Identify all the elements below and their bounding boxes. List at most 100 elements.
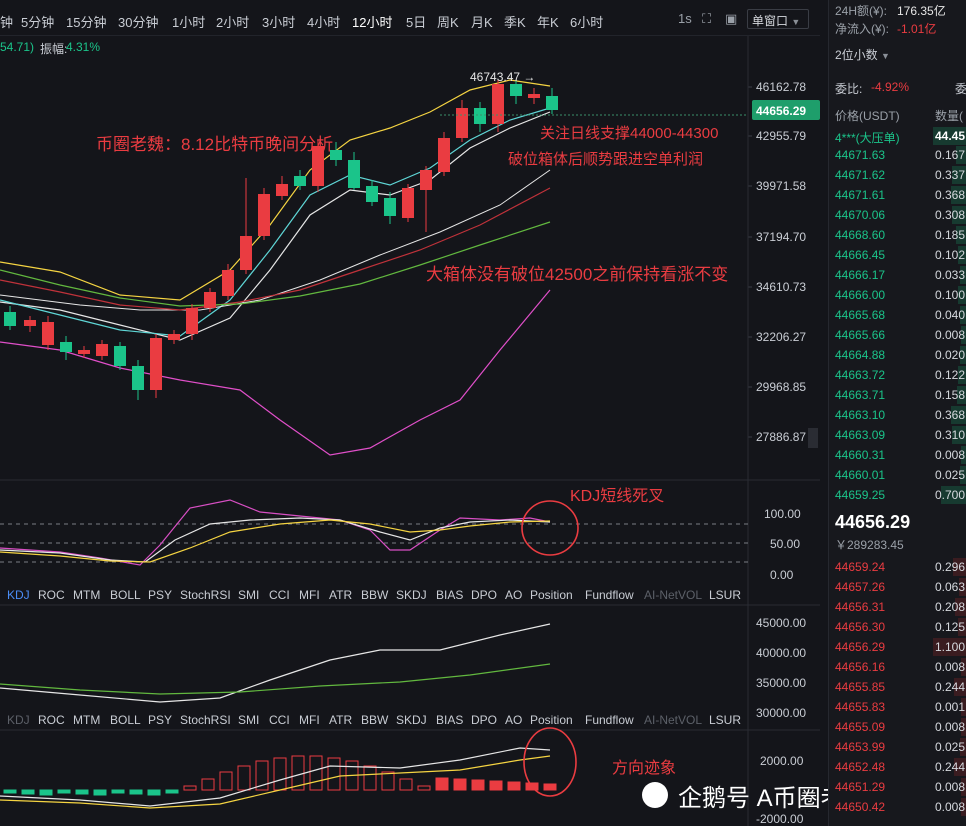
order-book-row[interactable]: 44650.42 0.008 (829, 797, 966, 817)
timeframe-tab[interactable]: 年K (537, 12, 559, 31)
timeframe-tab[interactable]: 5日 (406, 12, 426, 31)
order-book-row[interactable]: 44656.30 0.125 (829, 617, 966, 637)
indicator-tab[interactable]: SKDJ (396, 588, 427, 602)
indicator-tab[interactable]: SMI (238, 588, 259, 602)
indicator-tab[interactable]: KDJ (7, 713, 30, 727)
indicator-tab[interactable]: ROC (38, 588, 65, 602)
order-book-row[interactable]: 44657.26 0.063 (829, 577, 966, 597)
fullscreen-icon[interactable]: ⛶ (702, 11, 711, 27)
order-book-row[interactable]: 44660.31 0.008 (829, 445, 966, 465)
indicator-tab[interactable]: AO (505, 588, 522, 602)
order-book-row[interactable]: 44666.00 0.100 (829, 285, 966, 305)
order-book-row[interactable]: 44663.71 0.158 (829, 385, 966, 405)
indicator-tab[interactable]: LSUR (709, 588, 741, 602)
order-book-row[interactable]: 44663.72 0.122 (829, 365, 966, 385)
order-book-row[interactable]: 44666.45 0.102 (829, 245, 966, 265)
order-book-row[interactable]: 44656.31 0.208 (829, 597, 966, 617)
indicator-tab[interactable]: BBW (361, 713, 388, 727)
indicator-tab[interactable]: MFI (299, 588, 320, 602)
indicator-tab[interactable]: MTM (73, 588, 100, 602)
indicator-tab[interactable]: Fundflow (585, 713, 634, 727)
order-book-row[interactable]: 44655.83 0.001 (829, 697, 966, 717)
timeframe-tab[interactable]: 周K (437, 12, 459, 31)
indicator-tab[interactable]: BOLL (110, 588, 141, 602)
indicator-tab[interactable]: CCI (269, 588, 290, 602)
indicator-tab[interactable]: BBW (361, 588, 388, 602)
indicator-tab[interactable]: StochRSI (180, 588, 231, 602)
order-price: 44659.25 (835, 488, 886, 502)
indicator-tab[interactable]: MTM (73, 713, 100, 727)
order-book-row[interactable]: 44671.61 0.368 (829, 185, 966, 205)
order-book-row[interactable]: 44670.06 0.308 (829, 205, 966, 225)
indicator-tab[interactable]: ATR (329, 713, 352, 727)
indicator-tab[interactable]: PSY (148, 588, 172, 602)
timeframe-tab-active[interactable]: 12小时 (352, 12, 392, 31)
kdj-annotation: KDJ短线死叉 (570, 488, 665, 505)
order-qty: 0.122 (935, 368, 966, 382)
order-book-row[interactable]: 44652.48 0.244 (829, 757, 966, 777)
order-book-row[interactable]: 44665.68 0.040 (829, 305, 966, 325)
indicator-tab[interactable]: AI-NetVOL (644, 713, 702, 727)
timeframe-tab[interactable]: 5分钟 (21, 12, 54, 31)
order-book-row[interactable]: 44660.01 0.025 (829, 465, 966, 485)
outlook-annotation: 大箱体没有破位42500之前保持看涨不变 (426, 265, 729, 284)
indicator-tab[interactable]: DPO (471, 713, 497, 727)
timeframe-tab[interactable]: 3小时 (262, 12, 295, 31)
big-order-row[interactable]: 4***(大压单) 44.45 (829, 126, 966, 146)
indicator-tab[interactable]: Fundflow (585, 588, 634, 602)
order-book-row[interactable]: 44656.16 0.008 (829, 657, 966, 677)
order-book-row[interactable]: 44659.24 0.296 (829, 557, 966, 577)
candle-body (204, 292, 216, 308)
settings-icon[interactable]: ▣ (725, 11, 737, 27)
order-book-row[interactable]: 44671.63 0.167 (829, 145, 966, 165)
order-book-row[interactable]: 44659.25 0.700 (829, 485, 966, 505)
indicator-tab[interactable]: AI-NetVOL (644, 588, 702, 602)
timeframe-tab[interactable]: 15分钟 (66, 12, 106, 31)
indicator-tab[interactable]: MFI (299, 713, 320, 727)
interval-toggle[interactable]: 1s (678, 11, 692, 26)
order-qty: 0.158 (935, 388, 966, 402)
indicator-tab[interactable]: BIAS (436, 713, 463, 727)
timeframe-tab[interactable]: 钟 (0, 12, 13, 31)
timeframe-tab[interactable]: 30分钟 (118, 12, 158, 31)
indicator-tab[interactable]: KDJ (7, 588, 30, 602)
order-book-row[interactable]: 44663.09 0.310 (829, 425, 966, 445)
order-book-row[interactable]: 44656.29 1.100 (829, 637, 966, 657)
indicator-tab[interactable]: CCI (269, 713, 290, 727)
indicator-tab[interactable]: StochRSI (180, 713, 231, 727)
timeframe-tab[interactable]: 4小时 (307, 12, 340, 31)
price-axis-label: 39971.58 (756, 179, 807, 193)
indicator-tab[interactable]: SMI (238, 713, 259, 727)
indicator-tab[interactable]: ATR (329, 588, 352, 602)
timeframe-tab[interactable]: 6小时 (570, 12, 603, 31)
timeframe-tab[interactable]: 1小时 (172, 12, 205, 31)
decimal-select[interactable]: 2位小数 ▼ (835, 46, 890, 63)
indicator-tab[interactable]: Position (530, 713, 573, 727)
order-book-row[interactable]: 44671.62 0.337 (829, 165, 966, 185)
indicator-tab[interactable]: DPO (471, 588, 497, 602)
order-book-row[interactable]: 44668.60 0.185 (829, 225, 966, 245)
timeframe-tab[interactable]: 2小时 (216, 12, 249, 31)
order-book-row[interactable]: 44653.99 0.025 (829, 737, 966, 757)
order-book-row[interactable]: 44655.85 0.244 (829, 677, 966, 697)
macd-bar (453, 778, 467, 791)
indicator-tab[interactable]: ROC (38, 713, 65, 727)
window-mode-select[interactable]: 单窗口 ▼ (747, 9, 809, 29)
indicator-tab[interactable]: SKDJ (396, 713, 427, 727)
indicator-tab[interactable]: BOLL (110, 713, 141, 727)
order-book-row[interactable]: 44666.17 0.033 (829, 265, 966, 285)
timeframe-tab[interactable]: 季K (504, 12, 526, 31)
order-book-row[interactable]: 44663.10 0.368 (829, 405, 966, 425)
indicator-tab[interactable]: PSY (148, 713, 172, 727)
order-price: 44665.68 (835, 308, 886, 322)
order-book-row[interactable]: 44655.09 0.008 (829, 717, 966, 737)
indicator-tab[interactable]: AO (505, 713, 522, 727)
indicator-tab[interactable]: BIAS (436, 588, 463, 602)
candle-body (492, 84, 504, 124)
indicator-tab[interactable]: LSUR (709, 713, 741, 727)
order-book-row[interactable]: 44665.66 0.008 (829, 325, 966, 345)
indicator-tab[interactable]: Position (530, 588, 573, 602)
order-book-row[interactable]: 44664.88 0.020 (829, 345, 966, 365)
order-book-row[interactable]: 44651.29 0.008 (829, 777, 966, 797)
timeframe-tab[interactable]: 月K (471, 12, 493, 31)
